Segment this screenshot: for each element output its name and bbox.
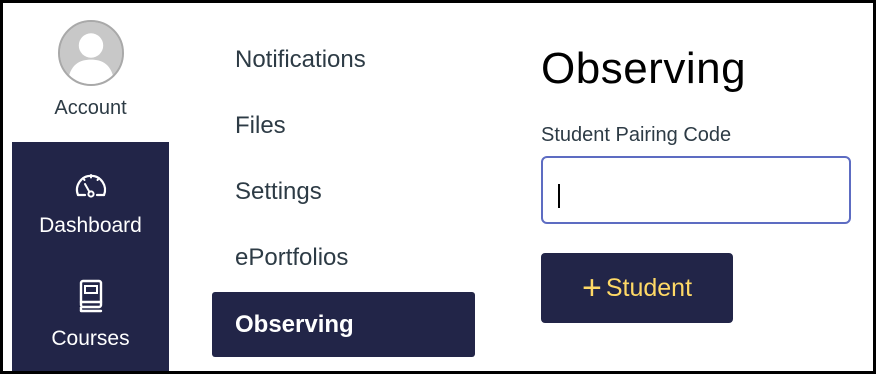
nav-account-label: Account: [54, 97, 127, 119]
sub-nav-eportfolios[interactable]: ePortfolios: [212, 238, 475, 278]
app-frame: Account Dashboard Courses Notifications …: [0, 0, 876, 374]
account-sub-nav: Notifications Files Settings ePortfolios…: [212, 6, 477, 371]
nav-item-courses[interactable]: Courses: [12, 258, 169, 371]
global-nav: Account Dashboard Courses: [12, 6, 169, 371]
book-icon: [79, 279, 103, 313]
plus-icon: +: [581, 269, 602, 307]
nav-courses-label: Courses: [51, 327, 130, 350]
nav-item-dashboard[interactable]: Dashboard: [12, 142, 169, 258]
sub-nav-notifications[interactable]: Notifications: [212, 40, 475, 80]
pairing-code-input[interactable]: [541, 156, 851, 224]
text-caret: [558, 184, 560, 208]
add-student-button[interactable]: + Student: [541, 253, 733, 323]
page-title: Observing: [541, 44, 747, 93]
sub-nav-files[interactable]: Files: [212, 106, 475, 146]
speedometer-icon: [75, 174, 107, 198]
sub-nav-observing[interactable]: Observing: [212, 292, 475, 357]
add-student-label: Student: [605, 273, 693, 302]
observing-content: Observing Student Pairing Code + Student: [541, 6, 871, 371]
nav-dashboard-label: Dashboard: [39, 214, 142, 237]
pairing-code-label: Student Pairing Code: [541, 124, 732, 146]
user-avatar-icon[interactable]: [58, 20, 124, 86]
nav-dark-section: Dashboard Courses: [12, 142, 169, 371]
sub-nav-settings[interactable]: Settings: [212, 172, 475, 212]
nav-account[interactable]: Account: [12, 6, 169, 142]
